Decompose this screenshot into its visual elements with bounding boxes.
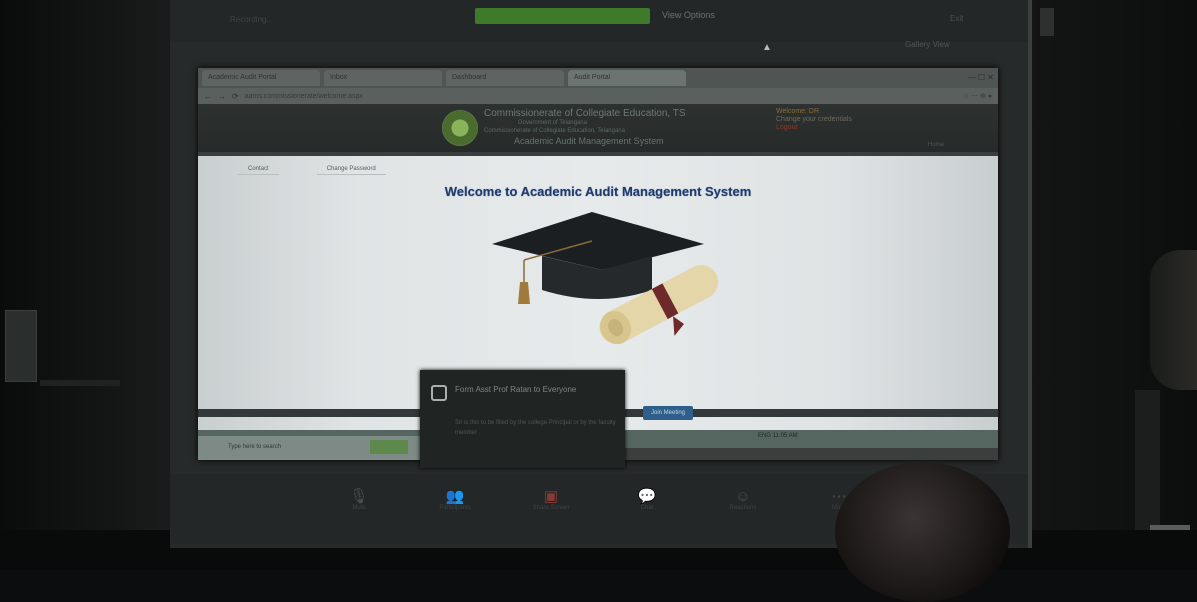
cap-tassel [518, 282, 530, 304]
mouse-cursor-icon: ▲ [762, 42, 772, 53]
participants-button[interactable]: 👥 Participants [435, 488, 475, 544]
share-screen-icon: ▣ [543, 488, 559, 505]
microphone-icon: 🎙 [349, 488, 369, 505]
chat-icon: 💬 [637, 488, 657, 505]
screen-share-indicator[interactable] [475, 8, 650, 24]
forward-icon[interactable]: → [218, 92, 226, 101]
browser-tab[interactable]: Academic Audit Portal [202, 70, 320, 86]
chat-avatar-icon [431, 385, 447, 401]
graduation-cap-diploma-illustration [492, 212, 719, 344]
logout-link[interactable]: Logout [776, 124, 797, 131]
person-right [1150, 250, 1197, 390]
wall-device [5, 310, 37, 382]
browser-tab[interactable]: Inbox [324, 70, 442, 86]
chat-notification[interactable]: Form Asst Prof Ratan to Everyone Sir is … [420, 370, 625, 468]
reload-icon[interactable]: ⟳ [232, 92, 239, 101]
gallery-view-button[interactable]: Gallery View [905, 40, 950, 49]
emblem-logo [442, 110, 478, 146]
system-name: Academic Audit Management System [514, 136, 664, 146]
chat-button[interactable]: 💬 Chat [627, 488, 667, 544]
page-title: Welcome to Academic Audit Management Sys… [444, 184, 752, 199]
home-link[interactable]: Home [928, 142, 944, 148]
browser-tab[interactable]: Dashboard [446, 70, 564, 86]
toolbar-label: Reactions [729, 505, 757, 511]
taskbar-search: Type here to search [198, 436, 420, 460]
back-icon[interactable]: ← [204, 92, 212, 101]
menu-item-contact[interactable]: Contact [238, 164, 279, 175]
menu-item-change-password[interactable]: Change Password [316, 164, 386, 175]
reactions-button[interactable]: ☺ Reactions [723, 488, 763, 544]
browser-tab-active[interactable]: Audit Portal [568, 70, 686, 86]
zoom-status: Recording... [230, 15, 274, 24]
window-controls[interactable]: — ☐ ✕ [968, 70, 994, 86]
room-wall-left [0, 0, 175, 570]
wall-fixture [1040, 8, 1054, 36]
reactions-icon: ☺ [735, 488, 751, 505]
change-credentials-link[interactable]: Change your credentials [776, 116, 852, 123]
site-menu: Contact Change Password [238, 164, 386, 175]
toolbar-label: Participants [439, 505, 471, 511]
org-subtitle: Government of Telangana [518, 120, 587, 126]
toolbar-label: Share Screen [532, 505, 570, 511]
participants-icon: 👥 [445, 488, 465, 505]
exit-fullscreen-button[interactable]: Exit [950, 14, 963, 23]
search-input[interactable]: Type here to search [228, 444, 281, 450]
org-title: Commissionerate of Collegiate Education,… [484, 108, 686, 119]
mute-button[interactable]: 🎙 Mute [339, 488, 379, 544]
share-screen-button[interactable]: ▣ Share Screen [531, 488, 571, 544]
audience-head [835, 462, 1010, 602]
view-options-button[interactable]: View Options [662, 10, 715, 20]
site-header: Commissionerate of Collegiate Education,… [198, 104, 998, 152]
tab-bar: Academic Audit Portal Inbox Dashboard Au… [198, 68, 998, 88]
zoom-top-bar: Recording... View Options Exit [170, 0, 1028, 42]
extension-icons[interactable]: ☆ ⋯ ⊕ ● [963, 92, 992, 100]
join-meeting-button[interactable]: Join Meeting [643, 406, 693, 420]
notification-body: Sir is this to be filled by the college … [455, 420, 616, 436]
toolbar-label: Chat [640, 505, 654, 511]
address-bar: ← → ⟳ aams.commissionerate/welcome.aspx … [198, 88, 998, 104]
welcome-user: Welcome: DR [776, 108, 820, 115]
shelf [40, 380, 120, 386]
url-field[interactable]: aams.commissionerate/welcome.aspx [245, 93, 957, 100]
search-button[interactable] [370, 440, 408, 454]
system-tray[interactable]: ENG 11:05 AM [758, 433, 798, 439]
notification-title: Form Asst Prof Ratan to Everyone [455, 385, 577, 394]
toolbar-label: Mute [352, 505, 366, 511]
org-subtitle-2: Commissionerate of Collegiate Education,… [484, 128, 625, 134]
